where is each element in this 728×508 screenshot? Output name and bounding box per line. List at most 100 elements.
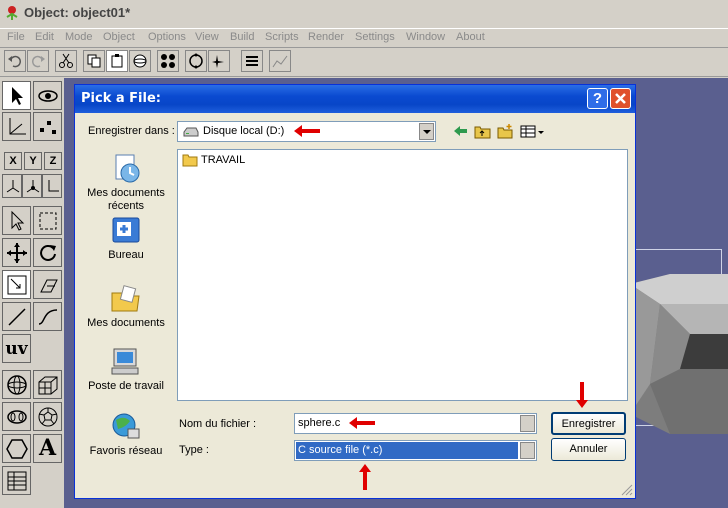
list-button[interactable] xyxy=(241,50,263,72)
menu-render[interactable]: Render xyxy=(308,31,344,43)
curve-tool[interactable] xyxy=(33,302,62,331)
cube-icon xyxy=(38,376,58,395)
menu-settings[interactable]: Settings xyxy=(355,31,395,43)
corner-axes-tool[interactable] xyxy=(42,174,62,198)
view-menu-icon[interactable] xyxy=(520,123,546,139)
annotation-arrow-up-icon xyxy=(359,464,371,490)
list-item[interactable]: TRAVAIL xyxy=(182,153,245,170)
filename-input[interactable]: sphere.c xyxy=(294,413,537,434)
place-my-computer[interactable]: Poste de travail xyxy=(80,346,172,393)
axes-icon xyxy=(6,180,20,193)
sparkle-button[interactable] xyxy=(208,50,230,72)
local-axes-tool[interactable] xyxy=(2,174,22,198)
new-folder-icon[interactable] xyxy=(497,123,515,139)
menu-mode[interactable]: Mode xyxy=(65,31,93,43)
menu-about[interactable]: About xyxy=(456,31,485,43)
dots-tool[interactable] xyxy=(33,112,62,141)
place-recent-documents[interactable]: Mes documents récents xyxy=(80,153,172,213)
help-button[interactable]: ? xyxy=(587,88,608,109)
line-tool[interactable] xyxy=(2,302,31,331)
text-tool[interactable]: A xyxy=(33,434,62,463)
menu-build[interactable]: Build xyxy=(230,31,254,43)
cut-button[interactable] xyxy=(55,50,77,72)
axis-z-button[interactable]: Z xyxy=(44,152,62,170)
place-label: Bureau xyxy=(108,249,144,261)
skew-icon xyxy=(40,279,58,293)
place-my-documents[interactable]: Mes documents xyxy=(80,283,172,330)
sphere-primitive-tool[interactable] xyxy=(2,370,31,399)
menu-view[interactable]: View xyxy=(195,31,219,43)
save-file-dialog: Pick a File: ? Enregistrer dans : Disque… xyxy=(74,84,636,499)
save-in-label: Enregistrer dans : xyxy=(88,125,175,137)
place-label: Poste de travail xyxy=(88,380,164,392)
redo-button[interactable] xyxy=(27,50,49,72)
place-desktop[interactable]: Bureau xyxy=(80,215,172,262)
chevron-down-icon[interactable] xyxy=(419,123,434,140)
rotate-icon xyxy=(189,53,203,69)
save-in-value: Disque local (D:) xyxy=(203,125,285,137)
redo-icon xyxy=(31,55,45,68)
polygon-primitive-tool[interactable] xyxy=(2,434,31,463)
polyhedron-primitive-tool[interactable] xyxy=(33,402,62,431)
scale-tool[interactable] xyxy=(2,270,31,299)
eye-icon xyxy=(38,90,58,102)
file-type-value: C source file (*.c) xyxy=(298,444,383,456)
sphere-icon xyxy=(7,375,27,395)
sphere-icon xyxy=(133,54,147,68)
curve-icon xyxy=(38,309,58,325)
place-network[interactable]: Favoris réseau xyxy=(80,411,172,458)
copy-button[interactable] xyxy=(83,50,105,72)
cube-primitive-tool[interactable] xyxy=(33,370,62,399)
polyhedron-icon xyxy=(38,407,58,427)
file-type-selection: C source file (*.c) xyxy=(296,442,518,459)
axis-icon xyxy=(9,118,26,135)
cancel-button[interactable]: Annuler xyxy=(551,438,626,461)
grid-icon xyxy=(7,471,27,491)
axis-tool[interactable] xyxy=(2,112,31,141)
center-axes-tool[interactable] xyxy=(22,174,42,198)
select-tool[interactable] xyxy=(2,81,31,110)
table-tool[interactable] xyxy=(2,466,31,495)
dots-icon xyxy=(40,121,56,134)
points-button[interactable] xyxy=(157,50,179,72)
save-button[interactable]: Enregistrer xyxy=(551,412,626,435)
axis-y-button[interactable]: Y xyxy=(24,152,42,170)
torus-primitive-tool[interactable] xyxy=(2,402,31,431)
rotate-button[interactable] xyxy=(185,50,207,72)
graph-icon xyxy=(272,55,288,68)
axis-x-button[interactable]: X xyxy=(4,152,22,170)
chevron-down-icon[interactable] xyxy=(520,442,535,459)
paste-button[interactable] xyxy=(106,50,128,72)
move-icon xyxy=(7,243,27,263)
move-tool[interactable] xyxy=(2,238,31,267)
file-list[interactable]: TRAVAIL xyxy=(177,149,628,401)
sphere-button[interactable] xyxy=(129,50,151,72)
close-button[interactable] xyxy=(610,88,631,109)
menu-file[interactable]: File xyxy=(7,31,25,43)
pick-tool[interactable] xyxy=(2,206,31,235)
menu-scripts[interactable]: Scripts xyxy=(265,31,299,43)
annotation-arrow-down-icon xyxy=(576,382,588,408)
menu-options[interactable]: Options xyxy=(148,31,186,43)
menu-edit[interactable]: Edit xyxy=(35,31,54,43)
file-type-dropdown[interactable]: C source file (*.c) xyxy=(294,440,537,461)
rotate-tool[interactable] xyxy=(33,238,62,267)
my-computer-icon xyxy=(111,348,139,375)
up-folder-icon[interactable] xyxy=(474,123,492,139)
type-label: Type : xyxy=(179,444,209,456)
view-tool[interactable] xyxy=(33,81,62,110)
box-select-tool[interactable] xyxy=(33,206,62,235)
menu-window[interactable]: Window xyxy=(406,31,445,43)
undo-icon xyxy=(8,55,22,68)
copy-icon xyxy=(87,54,101,68)
undo-button[interactable] xyxy=(4,50,26,72)
skew-tool[interactable] xyxy=(33,270,62,299)
uv-tool[interactable]: uv xyxy=(2,334,31,363)
graph-button[interactable] xyxy=(269,50,291,72)
resize-grip-icon[interactable] xyxy=(621,484,633,496)
chevron-down-icon[interactable] xyxy=(520,415,535,432)
back-icon[interactable] xyxy=(452,123,470,139)
folder-icon xyxy=(182,154,198,167)
drive-icon xyxy=(183,127,199,137)
menu-object[interactable]: Object xyxy=(103,31,135,43)
